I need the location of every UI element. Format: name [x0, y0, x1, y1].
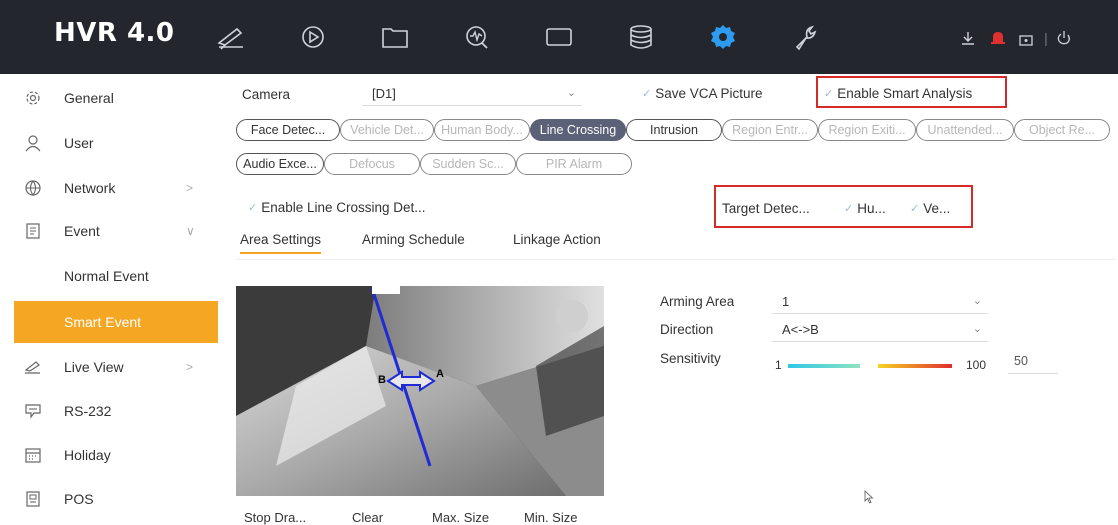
sensitivity-max: 100 [966, 358, 987, 372]
camera-select[interactable]: [D1] ⌄ [362, 83, 582, 106]
min-size-button[interactable]: Min. Size [524, 510, 577, 525]
max-size-button[interactable]: Max. Size [432, 510, 489, 525]
arming-area-select[interactable]: 1 ⌄ [772, 291, 988, 314]
arming-area-value: 1 [782, 294, 790, 309]
sidebar-item-label: Normal Event [64, 268, 149, 284]
sidebar-item-user[interactable]: User [0, 122, 222, 164]
enable-line-crossing-label: Enable Line Crossing Det... [261, 200, 426, 215]
sidebar-item-label: Smart Event [64, 314, 142, 330]
direction-label: Direction [660, 322, 714, 337]
sidebar-item-label: Holiday [64, 447, 111, 463]
pill-unattended[interactable]: Unattended... [916, 119, 1014, 141]
calendar-icon [24, 446, 42, 464]
sidebar-item-event[interactable]: Event ∨ [0, 210, 222, 252]
pill-sudden-scene-change[interactable]: Sudden Sc... [420, 153, 516, 175]
sensitivity-input[interactable]: 50 [1008, 351, 1058, 374]
video-preview[interactable]: B A [236, 286, 604, 496]
main-panel: Camera [D1] ⌄ ✓ Save VCA Picture ✓ Enabl… [222, 74, 1118, 525]
stop-drawing-button[interactable]: Stop Dra... [244, 510, 306, 525]
sidebar-item-label: Live View [64, 359, 124, 375]
screen-icon[interactable] [542, 22, 576, 52]
sidebar-item-rs232[interactable]: RS-232 [0, 390, 222, 432]
mouse-cursor-icon [864, 490, 874, 504]
power-icon[interactable] [1054, 28, 1074, 48]
clear-button[interactable]: Clear [352, 510, 383, 525]
sensitivity-label: Sensitivity [660, 351, 721, 366]
sensitivity-min: 1 [775, 358, 782, 372]
pill-defocus[interactable]: Defocus [324, 153, 420, 175]
sidebar-item-pos[interactable]: POS [0, 478, 222, 520]
app-logo: HVR 4.0 [54, 18, 175, 48]
highlight-box [714, 185, 973, 228]
sidebar-item-label: POS [64, 491, 94, 507]
chevron-right-icon: > [186, 181, 194, 195]
file-icon[interactable] [378, 22, 412, 52]
top-bar: HVR 4.0 | [0, 0, 1118, 74]
settings-icon[interactable] [706, 22, 740, 52]
chevron-right-icon: > [186, 360, 194, 374]
pos-icon [24, 490, 42, 508]
pill-region-entrance[interactable]: Region Entr... [722, 119, 818, 141]
chat-icon [24, 402, 42, 420]
chevron-down-icon: ⌄ [972, 323, 982, 335]
divider: | [1044, 30, 1048, 46]
pill-line-crossing[interactable]: Line Crossing [530, 119, 626, 141]
user-icon [24, 134, 42, 152]
enable-line-crossing-checkbox[interactable]: ✓ Enable Line Crossing Det... [248, 200, 426, 215]
tab-arming-schedule[interactable]: Arming Schedule [362, 232, 465, 247]
clipboard-icon [24, 222, 42, 240]
arming-area-label: Arming Area [660, 294, 735, 309]
sensitivity-value: 50 [1014, 354, 1028, 368]
sensitivity-slider[interactable] [788, 364, 952, 368]
sidebar-item-network[interactable]: Network > [0, 167, 222, 209]
sidebar: General User Network > Event ∨ Normal Ev… [0, 74, 222, 524]
pill-object-removal[interactable]: Object Re... [1014, 119, 1110, 141]
camera-label: Camera [242, 87, 291, 102]
line-endpoint-b: B [378, 374, 386, 386]
camera-value: [D1] [372, 86, 396, 101]
pill-face-detection[interactable]: Face Detec... [236, 119, 340, 141]
chevron-down-icon: ⌄ [972, 295, 982, 307]
direction-value: A<->B [782, 322, 819, 337]
lock-icon[interactable] [1016, 28, 1036, 48]
live-view-icon[interactable] [214, 22, 248, 52]
pill-intrusion[interactable]: Intrusion [626, 119, 722, 141]
camera-icon [24, 358, 42, 376]
sidebar-item-normal-event[interactable]: Normal Event [0, 255, 222, 297]
globe-icon [24, 179, 42, 197]
save-vca-checkbox[interactable]: ✓ Save VCA Picture [642, 86, 763, 101]
sidebar-item-general[interactable]: General [0, 77, 222, 119]
chevron-down-icon: ⌄ [566, 87, 576, 99]
check-icon: ✓ [248, 202, 258, 214]
search-icon[interactable] [460, 22, 494, 52]
sidebar-item-holiday[interactable]: Holiday [0, 434, 222, 476]
download-icon[interactable] [958, 28, 978, 48]
pill-human-body[interactable]: Human Body... [434, 119, 530, 141]
direction-select[interactable]: A<->B ⌄ [772, 319, 988, 342]
tab-divider [236, 259, 1116, 260]
sidebar-item-label: Event [64, 223, 100, 239]
sidebar-item-label: User [64, 135, 94, 151]
gear-icon [24, 89, 42, 107]
tab-linkage-action[interactable]: Linkage Action [513, 232, 601, 247]
pill-region-exiting[interactable]: Region Exiti... [818, 119, 916, 141]
tab-area-settings[interactable]: Area Settings [240, 232, 322, 254]
alarm-icon[interactable] [988, 28, 1008, 48]
sidebar-item-live-view[interactable]: Live View > [0, 346, 222, 388]
playback-icon[interactable] [296, 22, 330, 52]
pill-pir-alarm[interactable]: PIR Alarm [516, 153, 632, 175]
chevron-down-icon: ∨ [186, 224, 195, 238]
highlight-box [816, 76, 1007, 108]
check-icon: ✓ [642, 88, 652, 100]
storage-icon[interactable] [624, 22, 658, 52]
sidebar-item-label: General [64, 90, 114, 106]
save-vca-label: Save VCA Picture [655, 86, 763, 101]
pill-audio-exception[interactable]: Audio Exce... [236, 153, 324, 175]
line-endpoint-a: A [436, 368, 444, 380]
sidebar-item-smart-event[interactable]: Smart Event [14, 301, 218, 343]
sidebar-item-label: Network [64, 180, 116, 196]
maintenance-icon[interactable] [788, 22, 822, 52]
pill-vehicle-detection[interactable]: Vehicle Det... [340, 119, 434, 141]
sidebar-item-label: RS-232 [64, 403, 112, 419]
